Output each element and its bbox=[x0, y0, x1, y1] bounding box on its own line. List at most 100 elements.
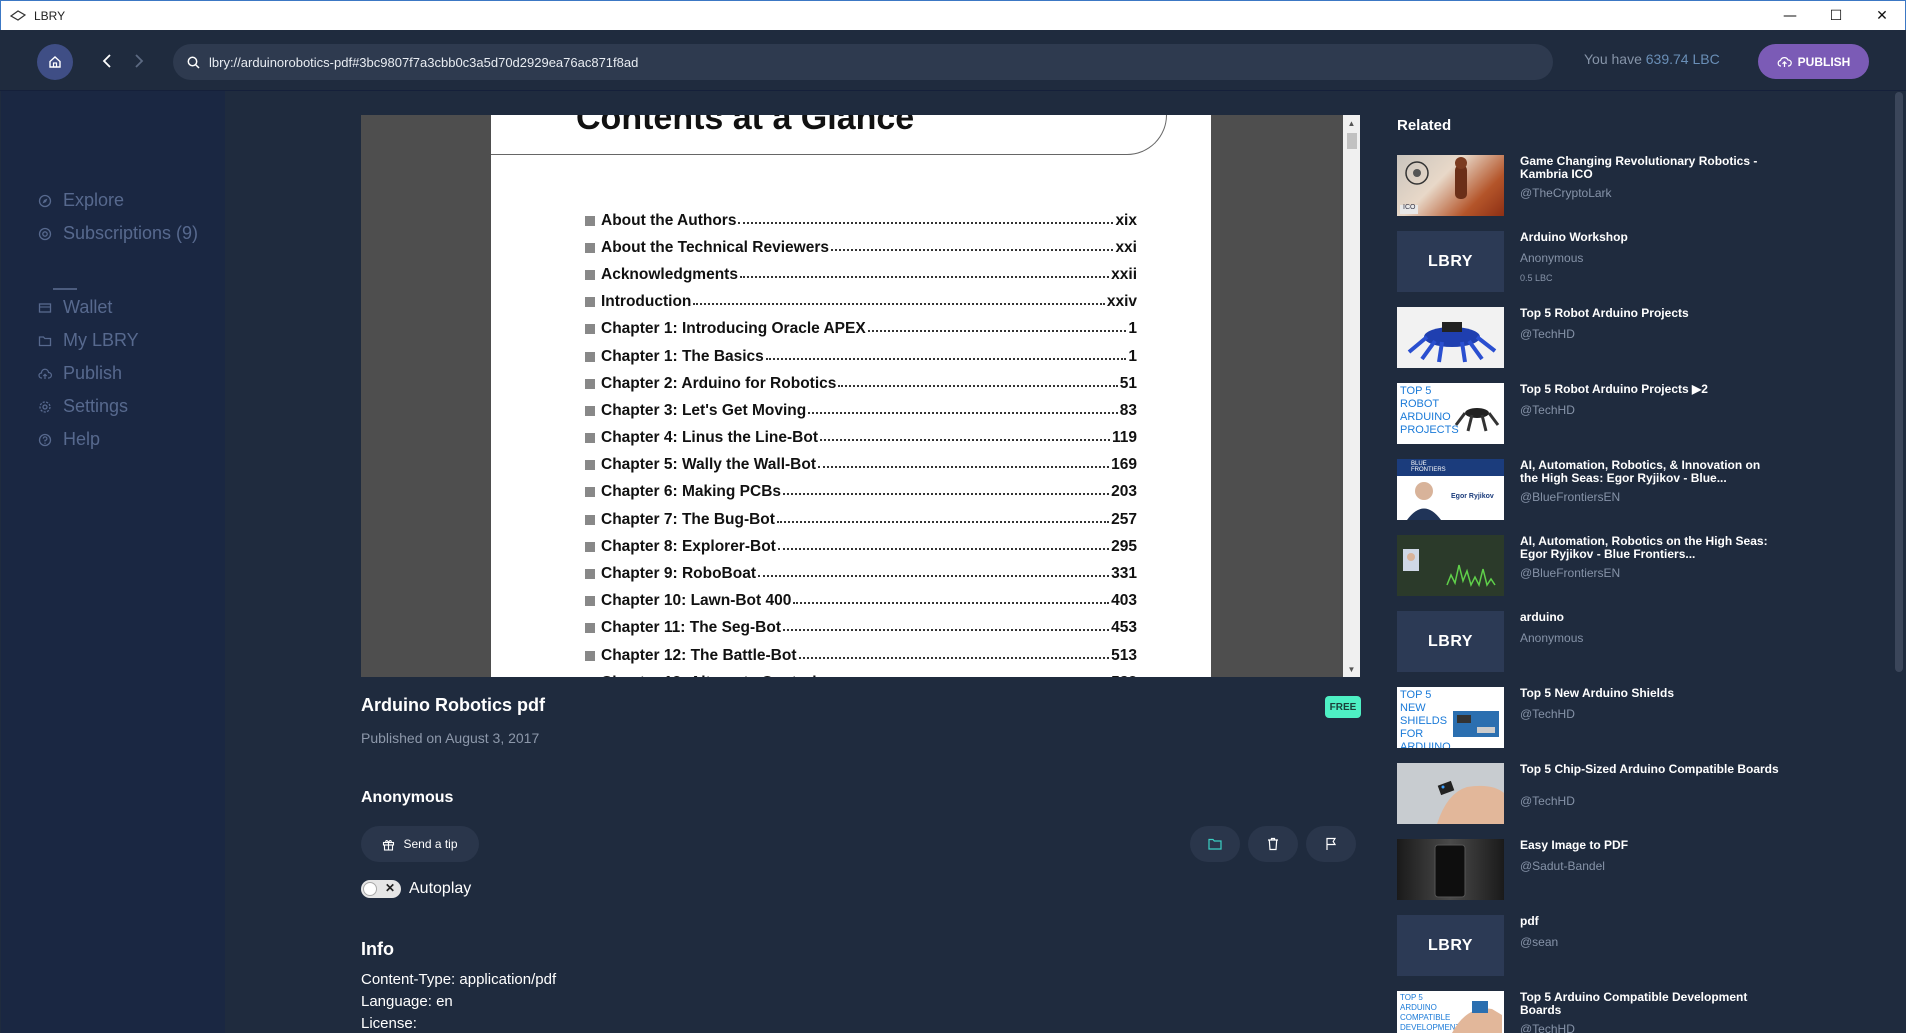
url-input[interactable] bbox=[209, 54, 1509, 70]
toc-page: 1 bbox=[1128, 347, 1137, 365]
related-thumbnail: TOP 5 NEW SHIELDS FOR ARDUINO bbox=[1397, 687, 1504, 748]
thumb-caption: TOP 5 NEW SHIELDS FOR ARDUINO bbox=[1400, 689, 1451, 748]
toc-bullet bbox=[585, 433, 595, 444]
main-scrollbar[interactable] bbox=[1895, 92, 1903, 672]
toc-row: Chapter 12: The Battle-Bot 513 bbox=[585, 642, 1137, 669]
search-icon bbox=[185, 54, 201, 70]
toc-title: Chapter 8: Explorer-Bot bbox=[601, 537, 776, 555]
toc-row: Chapter 5: Wally the Wall-Bot 169 bbox=[585, 452, 1137, 479]
scroll-down-arrow-icon[interactable]: ▼ bbox=[1343, 662, 1360, 676]
toc-leader bbox=[777, 540, 1110, 550]
table-of-contents: About the Authors xix About the Technical … bbox=[585, 207, 1137, 677]
related-channel: @TechHD bbox=[1520, 794, 1575, 808]
toc-bullet bbox=[585, 514, 595, 525]
related-title: Game Changing Revolutionary Robotics - K… bbox=[1520, 154, 1758, 181]
scroll-up-arrow-icon[interactable]: ▲ bbox=[1343, 116, 1360, 130]
related-item[interactable]: Top 5 Robot Arduino Projects @TechHD bbox=[1397, 307, 1797, 369]
send-tip-button[interactable]: Send a tip bbox=[361, 826, 479, 862]
related-title: Top 5 Robot Arduino Projects bbox=[1520, 306, 1689, 320]
sidebar-item-help[interactable]: Help bbox=[37, 429, 100, 450]
related-item[interactable]: LBRY Arduino Workshop Anonymous 0.5 LBC bbox=[1397, 231, 1797, 293]
channel-name[interactable]: Anonymous bbox=[361, 789, 453, 807]
related-title: AI, Automation, Robotics, & Innovation o… bbox=[1520, 458, 1761, 485]
toc-page: 83 bbox=[1119, 401, 1137, 419]
folder-icon bbox=[37, 333, 53, 349]
minimize-button[interactable]: — bbox=[1767, 1, 1813, 31]
toc-title: Chapter 5: Wally the Wall-Bot bbox=[601, 456, 817, 474]
send-tip-label: Send a tip bbox=[403, 837, 458, 851]
thumb-caption: TOP 5 ROBOT ARDUINO PROJECTS bbox=[1400, 385, 1459, 436]
gift-icon bbox=[383, 839, 395, 851]
toc-title: Chapter 4: Linus the Line-Bot bbox=[601, 429, 818, 447]
pdf-viewer[interactable]: Contents at a Glance About the Authors xi… bbox=[361, 115, 1360, 677]
delete-button[interactable] bbox=[1248, 826, 1298, 862]
pdf-scrollbar[interactable]: ▲ ▼ bbox=[1343, 115, 1360, 677]
toc-leader bbox=[765, 350, 1127, 360]
related-thumbnail: TOP 5 ROBOT ARDUINO PROJECTS bbox=[1397, 383, 1504, 444]
toc-leader bbox=[798, 649, 1110, 659]
sidebar-item-subscriptions[interactable]: Subscriptions (9) bbox=[37, 223, 198, 244]
sidebar-item-publish[interactable]: Publish bbox=[37, 363, 122, 384]
autoplay-toggle[interactable]: ✕ bbox=[361, 880, 401, 898]
sidebar-item-my-lbry[interactable]: My LBRY bbox=[37, 330, 139, 351]
related-item[interactable]: BLUE FRONTIERS Egor Ryjikov AI, Automati… bbox=[1397, 459, 1797, 521]
toc-row: Chapter 4: Linus the Line-Bot 119 bbox=[585, 425, 1137, 452]
toc-row: Chapter 2: Arduino for Robotics 51 bbox=[585, 370, 1137, 397]
toggle-knob bbox=[363, 882, 377, 896]
related-title: Top 5 Arduino Compatible Development Boa… bbox=[1520, 990, 1748, 1017]
toc-page: 453 bbox=[1111, 619, 1137, 637]
toc-page: 203 bbox=[1111, 483, 1137, 501]
sidebar-item-settings[interactable]: Settings bbox=[37, 396, 128, 417]
related-item[interactable]: LBRY pdf @sean bbox=[1397, 915, 1797, 977]
related-thumbnail: BLUE FRONTIERS Egor Ryjikov bbox=[1397, 459, 1504, 520]
toc-leader bbox=[793, 594, 1110, 605]
related-item[interactable]: TOP 5 ARDUINO COMPATIBLE DEVELOPMENT Top… bbox=[1397, 991, 1797, 1033]
related-item[interactable]: LBRY arduino Anonymous bbox=[1397, 611, 1797, 673]
forward-button[interactable] bbox=[129, 50, 149, 72]
toc-title: Chapter 6: Making PCBs bbox=[601, 483, 782, 501]
related-item[interactable]: Easy Image to PDF @Sadut-Bandel bbox=[1397, 839, 1797, 901]
home-button[interactable] bbox=[37, 44, 73, 80]
toc-row: Chapter 8: Explorer-Bot 295 bbox=[585, 533, 1137, 560]
toc-page: 403 bbox=[1111, 592, 1137, 610]
related-item[interactable]: TOP 5 NEW SHIELDS FOR ARDUINO Top 5 New … bbox=[1397, 687, 1797, 749]
toc-title: Acknowledgments bbox=[601, 265, 738, 283]
thumb-guest: Egor Ryjikov bbox=[1451, 493, 1494, 500]
info-content-type: Content-Type: application/pdf bbox=[361, 971, 557, 988]
toc-title: About the Authors bbox=[601, 211, 737, 229]
wallet-balance: You have 639.74 LBC bbox=[1584, 51, 1720, 67]
back-button[interactable] bbox=[97, 50, 117, 72]
report-button[interactable] bbox=[1306, 826, 1356, 862]
toc-page: 119 bbox=[1111, 429, 1137, 447]
related-item[interactable]: ICO Game Changing Revolutionary Robotics… bbox=[1397, 155, 1797, 217]
pdf-heading: Contents at a Glance bbox=[576, 115, 915, 137]
sidebar-item-wallet[interactable]: Wallet bbox=[37, 297, 112, 318]
scroll-thumb[interactable] bbox=[1347, 133, 1357, 149]
publish-label: PUBLISH bbox=[1797, 54, 1851, 69]
close-button[interactable]: ✕ bbox=[1859, 1, 1905, 31]
balance-amount: 639.74 LBC bbox=[1645, 51, 1720, 67]
publish-date: Published on August 3, 2017 bbox=[361, 730, 540, 746]
toc-row: Chapter 6: Making PCBs 203 bbox=[585, 479, 1137, 506]
toc-leader bbox=[808, 404, 1118, 414]
related-item[interactable]: AI, Automation, Robotics on the High Sea… bbox=[1397, 535, 1797, 597]
toc-bullet bbox=[585, 596, 595, 607]
home-icon bbox=[49, 56, 61, 68]
toc-bullet bbox=[585, 242, 595, 253]
sidebar-item-explore[interactable]: Explore bbox=[37, 190, 124, 211]
address-bar[interactable] bbox=[173, 44, 1553, 80]
toc-leader bbox=[738, 214, 1114, 224]
publish-icon bbox=[37, 366, 53, 382]
toc-leader bbox=[758, 567, 1110, 578]
related-item[interactable]: Top 5 Chip-Sized Arduino Compatible Boar… bbox=[1397, 763, 1797, 825]
upload-cloud-icon bbox=[1777, 56, 1792, 67]
publish-button[interactable]: PUBLISH bbox=[1758, 44, 1869, 79]
related-thumbnail bbox=[1397, 307, 1504, 368]
open-folder-button[interactable] bbox=[1190, 826, 1240, 862]
related-item[interactable]: TOP 5 ROBOT ARDUINO PROJECTS Top 5 Robot… bbox=[1397, 383, 1797, 445]
toc-row: Chapter 1: Introducing Oracle APEX 1 bbox=[585, 316, 1137, 343]
maximize-button[interactable]: ☐ bbox=[1813, 1, 1859, 31]
toc-title: Chapter 1: Introducing Oracle APEX bbox=[601, 320, 866, 338]
thumb-caption: BLUE FRONTIERS bbox=[1411, 461, 1446, 473]
toc-row: Chapter 1: The Basics 1 bbox=[585, 343, 1137, 370]
